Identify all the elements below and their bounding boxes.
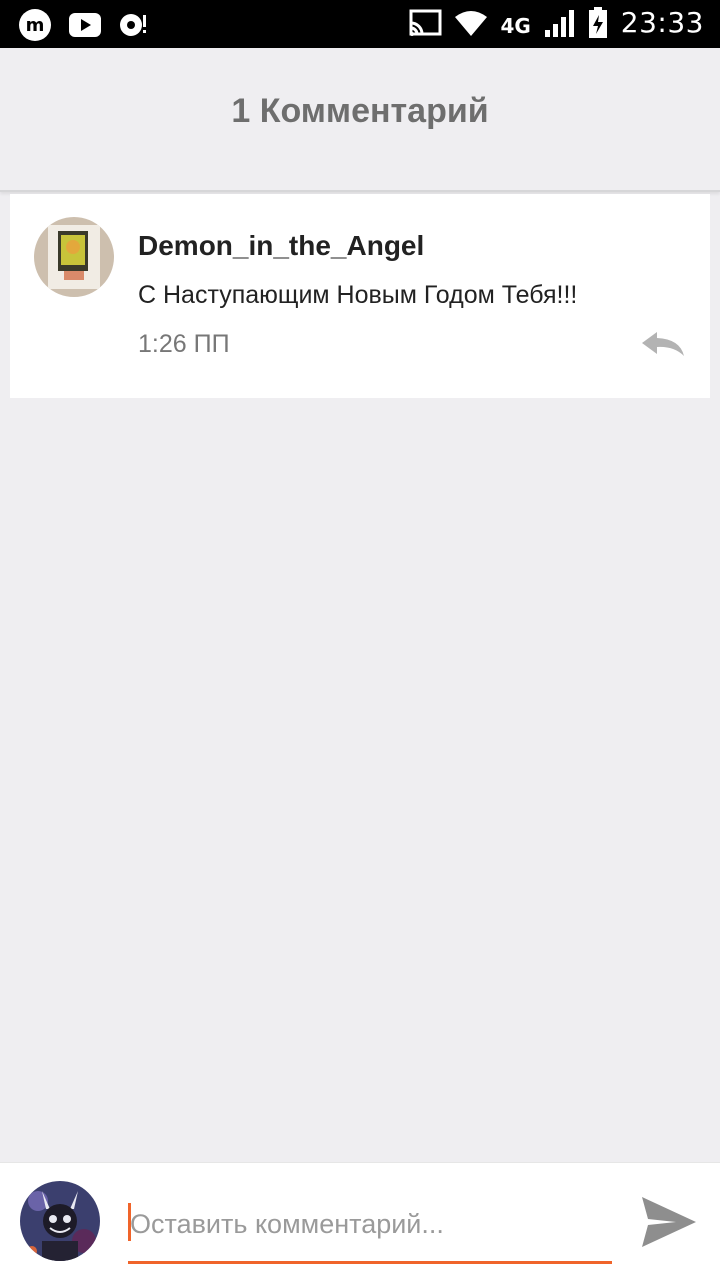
comment-text: С Наступающим Новым Годом Тебя!!! [138,281,578,309]
battery-charging-icon [588,6,607,38]
page-title: 1 Комментарий [231,92,489,130]
status-bar-right: 4G 23:33 [408,6,704,39]
sync-icon [120,14,146,36]
text-cursor [128,1203,131,1241]
youtube-icon [69,13,101,37]
send-icon [642,1197,696,1247]
svg-text:m: m [26,15,45,36]
status-bar: m 4G 23:33 [0,0,720,48]
comment-author[interactable]: Demon_in_the_Angel [138,230,424,262]
current-user-avatar[interactable] [20,1181,100,1261]
clock: 23:33 [620,6,704,39]
comment-input-wrapper [128,1197,614,1264]
comment-item: Demon_in_the_Angel С Наступающим Новым Г… [10,194,710,398]
user-avatar-icon [34,217,114,297]
network-type-label: 4G [500,13,531,38]
comment-composer [0,1162,720,1281]
reply-icon [642,332,684,356]
cast-icon [409,9,442,36]
comment-timestamp: 1:26 ПП [138,330,230,358]
app-m-icon: m [19,9,51,41]
signal-icon [544,9,574,37]
comments-header: 1 Комментарий [0,48,720,192]
avatar[interactable] [34,217,114,297]
reply-button[interactable] [640,330,686,360]
send-button[interactable] [640,1195,698,1249]
current-user-avatar-icon [20,1181,100,1261]
status-bar-left: m [18,8,148,42]
wifi-icon [455,10,488,36]
comment-input[interactable] [128,1197,614,1251]
